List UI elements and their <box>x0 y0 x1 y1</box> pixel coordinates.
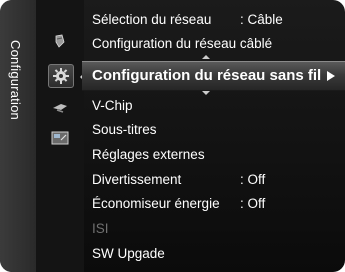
menu-item-isi: ISI <box>92 218 345 240</box>
menu-item-label: ISI <box>92 221 109 236</box>
menu-item-value: : Off <box>240 196 266 211</box>
menu-item-label: V-Chip <box>92 98 133 113</box>
settings-menu-window: Configuration Sélection du réseau: Câbl… <box>0 0 345 272</box>
menu-item-label: Divertissement <box>92 172 182 187</box>
category-tab: Configuration <box>0 0 37 272</box>
menu-item-label: Configuration du réseau câblé <box>92 36 273 51</box>
submenu-arrow-icon <box>327 71 335 81</box>
menu-item-v-chip[interactable]: V-Chip <box>92 95 345 117</box>
menu-item-label: Configuration du réseau sans fil <box>92 67 322 84</box>
menu-item-value: : Off <box>240 172 266 187</box>
menu-item-external-settings[interactable]: Réglages externes <box>92 144 345 166</box>
application-icon[interactable] <box>48 127 72 149</box>
menu-item-value: : Câble <box>240 12 283 27</box>
menu-item-wireless-network-setup[interactable]: Configuration du réseau sans fil <box>82 61 345 91</box>
input-icon[interactable] <box>48 97 72 119</box>
menu-item-entertainment[interactable]: Divertissement : Off <box>92 169 345 191</box>
menu-item-label: Économiseur énergie <box>92 196 220 211</box>
menu-item-energy-saver[interactable]: Économiseur énergie : Off <box>92 193 345 215</box>
category-icon-column <box>36 0 85 272</box>
menu-item-label: Sélection du réseau <box>92 12 212 27</box>
menu-item-subtitles[interactable]: Sous-titres <box>92 119 345 141</box>
menu-item-network-selection[interactable]: Sélection du réseau : Câble <box>92 9 345 31</box>
menu-item-label: SW Upgade <box>92 246 165 261</box>
menu-item-wired-network-setup[interactable]: Configuration du réseau câblé <box>92 33 345 55</box>
category-tab-label: Configuration <box>8 40 23 120</box>
picture-icon[interactable] <box>48 30 72 52</box>
settings-menu-list: Sélection du réseau : Câble Configuratio… <box>82 0 345 272</box>
setup-gear-icon[interactable] <box>48 64 74 88</box>
menu-item-label: Réglages externes <box>92 147 205 162</box>
menu-item-sw-upgrade[interactable]: SW Upgade <box>92 243 345 265</box>
scroll-up-icon <box>202 55 210 59</box>
menu-item-label: Sous-titres <box>92 122 157 137</box>
